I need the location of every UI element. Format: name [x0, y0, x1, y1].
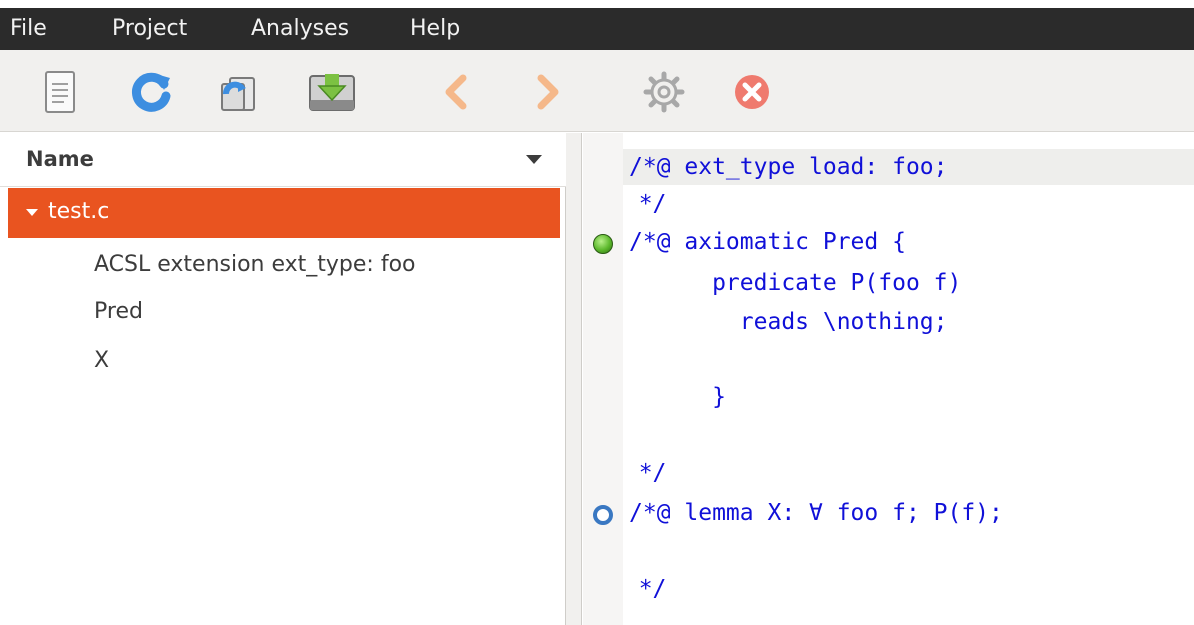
- reload-button[interactable]: [124, 64, 180, 120]
- tree-row-item[interactable]: ACSL extension ext_type: foo: [8, 241, 560, 291]
- settings-button[interactable]: [636, 64, 692, 120]
- tree-row-file[interactable]: test.c: [8, 188, 560, 238]
- settings-icon: [643, 71, 685, 113]
- tree-column-header[interactable]: Name: [0, 133, 566, 187]
- code-line: */: [611, 191, 667, 217]
- new-file-icon: [45, 71, 75, 113]
- code-line: /*@ ext_type load: foo;: [629, 154, 948, 180]
- toolbar: [0, 50, 1194, 132]
- column-title: Name: [26, 147, 94, 171]
- tree-item-label: ACSL extension ext_type: foo: [94, 252, 416, 277]
- menu-project[interactable]: Project: [112, 15, 187, 43]
- valid-status-icon[interactable]: [593, 234, 613, 254]
- reload-icon: [131, 72, 171, 112]
- forward-button[interactable]: [520, 64, 576, 120]
- menu-help[interactable]: Help: [410, 15, 460, 43]
- code-line: predicate P(foo f): [629, 270, 962, 296]
- caption-strip: [0, 0, 1194, 8]
- tree-item-label: X: [94, 348, 110, 373]
- code-line: }: [629, 384, 726, 410]
- menu-analyses[interactable]: Analyses: [251, 15, 349, 43]
- sort-arrow-icon[interactable]: [526, 155, 542, 164]
- expander-icon[interactable]: [26, 209, 38, 216]
- source-code-view[interactable]: /*@ ext_type load: foo; */ /*@ axiomatic…: [583, 133, 1194, 625]
- file-tree-panel: Name test.c ACSL extension ext_type: foo…: [0, 133, 566, 625]
- code-line: /*@ lemma X: ∀ foo f; P(f);: [629, 500, 1003, 526]
- back-button[interactable]: [428, 64, 484, 120]
- code-line: reads \nothing;: [629, 309, 948, 335]
- new-file-button[interactable]: [32, 64, 88, 120]
- menu-bar: File Project Analyses Help: [0, 8, 1194, 50]
- code-line: */: [611, 460, 667, 486]
- forward-icon: [537, 74, 559, 110]
- duplicate-button[interactable]: [210, 64, 266, 120]
- copy-icon: [221, 77, 255, 111]
- tree-item-label: Pred: [94, 299, 143, 324]
- unknown-status-icon[interactable]: [593, 505, 613, 525]
- pane-splitter[interactable]: [566, 133, 582, 625]
- save-button[interactable]: [304, 64, 360, 120]
- tree-row-item[interactable]: X: [8, 337, 560, 387]
- code-line: /*@ axiomatic Pred {: [629, 229, 906, 255]
- tree-row-item[interactable]: Pred: [8, 288, 560, 338]
- menu-file[interactable]: File: [10, 15, 47, 43]
- back-icon: [445, 74, 467, 110]
- tree-file-label: test.c: [48, 199, 110, 224]
- code-line: */: [611, 576, 667, 602]
- save-icon: [309, 74, 355, 111]
- stop-button[interactable]: [724, 64, 780, 120]
- stop-icon: [735, 75, 769, 109]
